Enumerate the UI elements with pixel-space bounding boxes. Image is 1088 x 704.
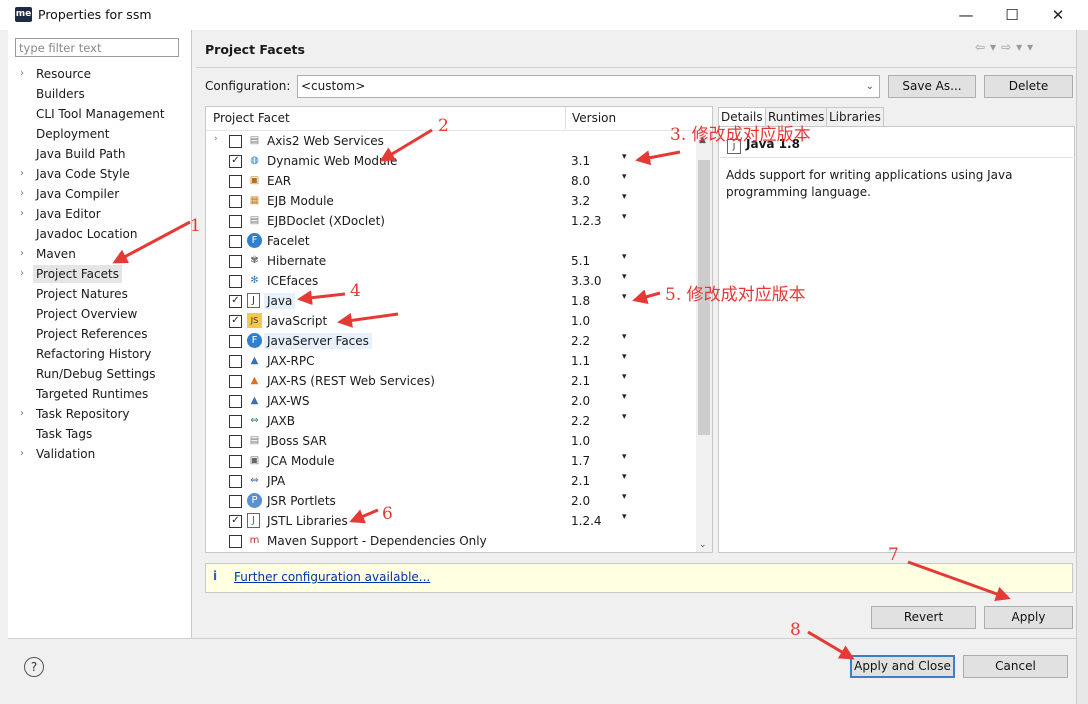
annotation-5: 5. 修改成对应版本 (665, 285, 806, 305)
annotation-7: 7 (888, 545, 899, 565)
annotation-3: 3. 修改成对应版本 (670, 125, 811, 145)
arrow-7 (907, 560, 1011, 601)
annotation-1: 1 (190, 216, 201, 236)
annotation-4: 4 (350, 281, 361, 301)
arrow-2 (379, 128, 433, 162)
arrow-javascript (337, 312, 399, 328)
arrow-8 (807, 630, 855, 660)
annotation-6: 6 (382, 504, 393, 524)
annotation-arrows (112, 128, 1011, 660)
annotation-2: 2 (438, 116, 449, 136)
arrow-4 (297, 290, 346, 306)
arrow-5 (632, 289, 661, 304)
arrow-6 (349, 508, 379, 524)
arrow-3 (635, 150, 681, 166)
arrow-1 (112, 220, 191, 264)
annotation-8: 8 (790, 620, 801, 640)
